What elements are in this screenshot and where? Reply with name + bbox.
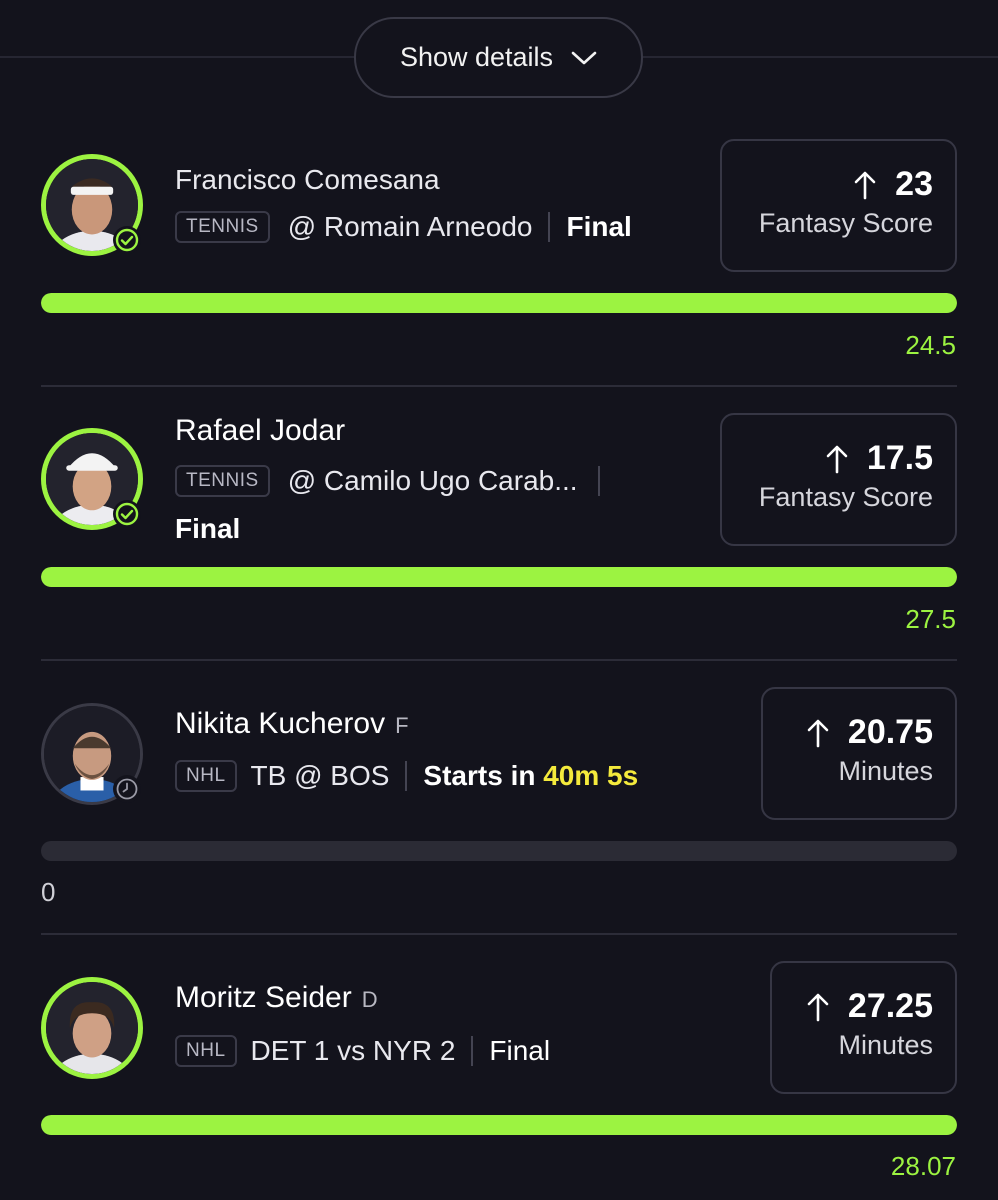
separator: [405, 761, 408, 791]
line-value: 20.75: [847, 713, 933, 751]
chevron-down-icon: [571, 51, 597, 64]
stat-type: Minutes: [838, 1030, 933, 1060]
line-value: 23: [895, 165, 933, 203]
actual-value: 24.5: [905, 330, 956, 360]
game-status: Final: [175, 513, 241, 544]
matchup: @ Camilo Ugo Carab...: [287, 465, 578, 496]
progress-bar: [41, 841, 957, 861]
clock-icon: [113, 775, 141, 803]
player-avatar[interactable]: [41, 154, 143, 256]
check-circle-icon: [113, 500, 141, 528]
row-divider: [41, 385, 957, 387]
progress-bar: [41, 293, 957, 313]
progress-fill: [41, 1115, 957, 1135]
game-info: TENNIS @ Camilo Ugo Carab...: [175, 465, 616, 497]
arrow-up-icon: [854, 171, 876, 199]
show-details-label: Show details: [399, 42, 554, 72]
sport-tag: TENNIS: [175, 211, 270, 243]
line-value: 27.25: [847, 987, 933, 1025]
stat-type: Fantasy Score: [758, 482, 933, 512]
game-status: Final: [489, 1035, 551, 1066]
separator: [548, 212, 551, 242]
sport-tag: NHL: [175, 760, 237, 792]
player-headshot: [46, 982, 138, 1074]
player-name: Nikita Kucherov: [175, 707, 386, 740]
matchup: DET 1 vs NYR 2: [250, 1035, 456, 1066]
projection-box[interactable]: 20.75 Minutes: [761, 687, 957, 820]
player-position: D: [361, 987, 378, 1012]
progress-fill: [41, 293, 957, 313]
game-status-line: Final: [175, 513, 240, 545]
game-status: Final: [566, 211, 632, 242]
player-position: F: [395, 713, 409, 738]
stat-type: Minutes: [838, 756, 933, 786]
matchup: TB @ BOS: [250, 760, 390, 791]
arrow-up-icon: [826, 445, 848, 473]
player-name-line: Francisco Comesana: [175, 164, 440, 196]
player-name-line: Nikita Kucherov F: [175, 707, 409, 741]
progress-bar: [41, 567, 957, 587]
player-name: Moritz Seider: [175, 981, 352, 1014]
player-name-line: Rafael Jodar: [175, 414, 345, 448]
player-avatar[interactable]: [41, 428, 143, 530]
projection-box[interactable]: 17.5 Fantasy Score: [720, 413, 957, 546]
line-value: 17.5: [866, 439, 933, 477]
row-divider: [41, 659, 957, 661]
actual-value: 28.07: [890, 1151, 956, 1181]
countdown-timer: 40m 5s: [543, 760, 639, 791]
actual-value: 27.5: [905, 604, 956, 634]
separator: [597, 466, 600, 496]
player-name: Rafael Jodar: [175, 414, 346, 447]
game-info: NHL TB @ BOS Starts in 40m 5s: [175, 760, 638, 792]
projection-box[interactable]: 27.25 Minutes: [770, 961, 957, 1094]
game-status: Starts in 40m 5s: [423, 760, 638, 792]
projection-box[interactable]: 23 Fantasy Score: [720, 139, 957, 272]
progress-bar: [41, 1115, 957, 1135]
stat-type: Fantasy Score: [758, 208, 933, 238]
check-circle-icon: [113, 226, 141, 254]
picks-screen: { "header": { "show_details_label": "Sho…: [0, 0, 998, 1200]
sport-tag: NHL: [175, 1035, 237, 1067]
separator: [471, 1036, 474, 1066]
player-avatar[interactable]: [41, 703, 143, 805]
matchup: @ Romain Arneodo: [287, 211, 533, 242]
player-name-line: Moritz Seider D: [175, 981, 378, 1015]
player-avatar[interactable]: [41, 977, 143, 1079]
player-name: Francisco Comesana: [175, 164, 440, 195]
progress-fill: [41, 567, 957, 587]
arrow-up-icon: [807, 993, 829, 1021]
sport-tag: TENNIS: [175, 465, 270, 497]
arrow-up-icon: [807, 719, 829, 747]
actual-value: 0: [41, 877, 56, 907]
show-details-button[interactable]: Show details: [354, 17, 643, 98]
start-label: Starts in: [423, 760, 544, 791]
game-info: NHL DET 1 vs NYR 2 Final: [175, 1035, 550, 1067]
row-divider: [41, 933, 957, 935]
game-info: TENNIS @ Romain Arneodo Final: [175, 211, 632, 243]
